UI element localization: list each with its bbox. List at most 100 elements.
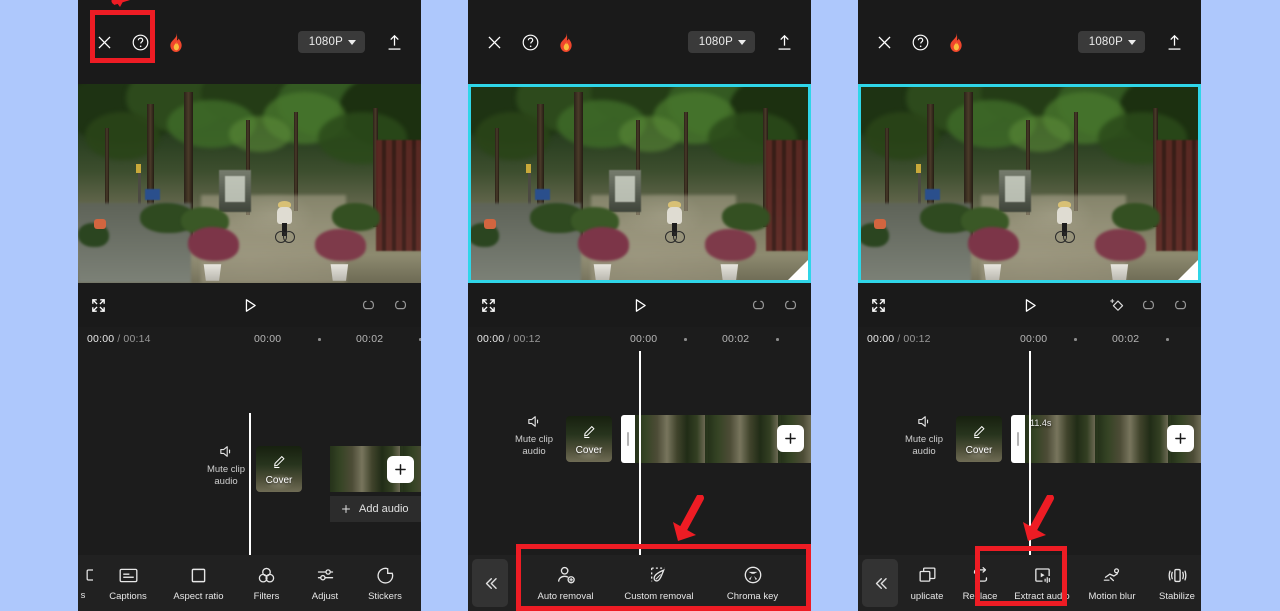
toolbar-item-label: Replace — [962, 590, 998, 602]
toolbar-item-extract-audio[interactable]: Extract audio — [1006, 555, 1078, 611]
pencil-icon — [582, 424, 597, 439]
toolbar-item-label: s — [80, 590, 86, 601]
export-icon[interactable] — [1165, 33, 1184, 52]
editor-panel-2: 1080P 00:00 / 00:12 00:00 00:02 Mute cli… — [468, 0, 811, 611]
flame-icon[interactable] — [557, 32, 575, 53]
help-icon[interactable] — [131, 33, 150, 52]
toolbar-item-label: Extract audio — [1014, 590, 1070, 602]
toolbar-item-chroma-key[interactable]: Chroma key — [705, 555, 800, 611]
add-audio-button[interactable]: Add audio — [330, 496, 421, 522]
time-separator: / — [897, 333, 901, 345]
toolbar-item-adjust[interactable]: Adjust — [296, 555, 354, 611]
toolbar-item-stabilize[interactable]: Stabilize — [1146, 555, 1201, 611]
toolbar-item-motion-blur[interactable]: Motion blur — [1078, 555, 1146, 611]
timeline-tracks-2[interactable]: Mute clip audio Cover — [468, 351, 811, 555]
toolbar-item-aspect-ratio[interactable]: Aspect ratio — [160, 555, 237, 611]
resolution-value: 1080P — [308, 36, 343, 48]
play-icon[interactable] — [630, 296, 649, 315]
toolbar-item-replace[interactable]: Replace — [954, 555, 1006, 611]
resolution-selector[interactable]: 1080P — [1077, 31, 1145, 53]
cover-button[interactable]: Cover — [956, 416, 1002, 462]
cover-button[interactable]: Cover — [256, 446, 302, 492]
filters-icon — [256, 565, 277, 586]
redo-icon[interactable] — [391, 296, 409, 314]
export-icon[interactable] — [775, 33, 794, 52]
toolbar-item-auto-removal[interactable]: Auto removal — [518, 555, 613, 611]
resolution-value: 1080P — [698, 36, 733, 48]
close-icon[interactable] — [875, 33, 894, 52]
help-icon[interactable] — [911, 33, 930, 52]
toolbar-item-stickers[interactable]: Stickers — [354, 555, 416, 611]
scene-cyclist — [665, 201, 686, 245]
playhead[interactable] — [639, 351, 641, 555]
fullscreen-icon[interactable] — [90, 297, 107, 314]
scene-bushes — [78, 84, 421, 283]
time-readout: 00:00/00:12 — [477, 333, 541, 345]
resolution-selector[interactable]: 1080P — [297, 31, 365, 53]
timeline-ruler-2: 00:00/00:12 00:00 00:02 — [468, 327, 811, 351]
cover-button[interactable]: Cover — [566, 416, 612, 462]
current-time: 00:00 — [867, 333, 895, 345]
time-readout: 00:00/00:12 — [867, 333, 931, 345]
video-preview-1[interactable] — [78, 84, 421, 283]
toolbar-item-duplicate[interactable]: uplicate — [900, 555, 954, 611]
clip-trim-handle-left[interactable] — [621, 415, 635, 463]
toolbar-item-captions[interactable]: Captions — [96, 555, 160, 611]
mute-clip-audio-button[interactable]: Mute clip audio — [896, 413, 952, 458]
clip-duration: 11.4s — [1030, 418, 1052, 428]
add-clip-button[interactable] — [387, 456, 414, 483]
captions-icon — [118, 565, 139, 586]
help-icon[interactable] — [521, 33, 540, 52]
clip-trim-handle-left[interactable] — [1011, 415, 1025, 463]
add-clip-button[interactable] — [777, 425, 804, 452]
undo-icon[interactable] — [1140, 296, 1158, 314]
toolbar-item-truncated-left[interactable]: s — [78, 555, 96, 611]
cover-label: Cover — [965, 445, 993, 456]
play-icon[interactable] — [1020, 296, 1039, 315]
ruler-dot-0 — [318, 338, 321, 341]
scene-scooter — [92, 219, 108, 233]
resolution-selector[interactable]: 1080P — [687, 31, 755, 53]
video-preview-2[interactable] — [468, 84, 811, 283]
mute-clip-audio-button[interactable]: Mute clip audio — [198, 443, 254, 488]
scene-cyclist — [1055, 201, 1076, 245]
extract-audio-icon — [1032, 565, 1053, 586]
video-preview-3[interactable] — [858, 84, 1201, 283]
timeline-tracks-1[interactable]: Mute clip audio Cover Add audio — [78, 351, 421, 555]
scene-bushes — [468, 84, 811, 283]
toolbar-item-label: Aspect ratio — [173, 590, 224, 602]
toolbar-item-label: Stabilize — [1159, 590, 1195, 602]
export-icon[interactable] — [385, 33, 404, 52]
adjust-icon — [315, 565, 336, 586]
collapse-toolbar-button[interactable] — [472, 559, 508, 607]
bottom-toolbar-3: uplicate Replace Extract audio Motion bl… — [858, 555, 1201, 611]
keyframe-icon[interactable] — [1108, 296, 1127, 315]
chevron-down-icon — [348, 39, 356, 45]
flame-icon[interactable] — [947, 32, 965, 53]
mute-clip-audio-label: Mute clip audio — [904, 434, 943, 457]
video-frame — [468, 84, 811, 283]
flame-icon[interactable] — [167, 32, 185, 53]
ruler-tick-0: 00:00 — [1020, 333, 1048, 345]
motion-blur-icon — [1102, 565, 1123, 586]
toolbar-item-background[interactable]: Background — [416, 555, 421, 611]
mute-clip-audio-label: Mute clip audio — [514, 434, 553, 457]
collapse-toolbar-button[interactable] — [862, 559, 898, 607]
playhead[interactable] — [249, 413, 251, 555]
close-icon[interactable] — [485, 33, 504, 52]
toolbar-item-custom-removal[interactable]: Custom removal — [613, 555, 705, 611]
fullscreen-icon[interactable] — [870, 297, 887, 314]
add-clip-button[interactable] — [1167, 425, 1194, 452]
play-icon[interactable] — [240, 296, 259, 315]
fullscreen-icon[interactable] — [480, 297, 497, 314]
undo-icon[interactable] — [750, 296, 768, 314]
current-time: 00:00 — [87, 333, 115, 345]
toolbar-item-filters[interactable]: Filters — [237, 555, 296, 611]
custom-removal-icon — [648, 564, 670, 586]
redo-icon[interactable] — [781, 296, 799, 314]
mute-clip-audio-button[interactable]: Mute clip audio — [506, 413, 562, 458]
close-icon[interactable] — [95, 33, 114, 52]
redo-icon[interactable] — [1171, 296, 1189, 314]
undo-icon[interactable] — [360, 296, 378, 314]
total-time: 00:12 — [903, 333, 931, 345]
